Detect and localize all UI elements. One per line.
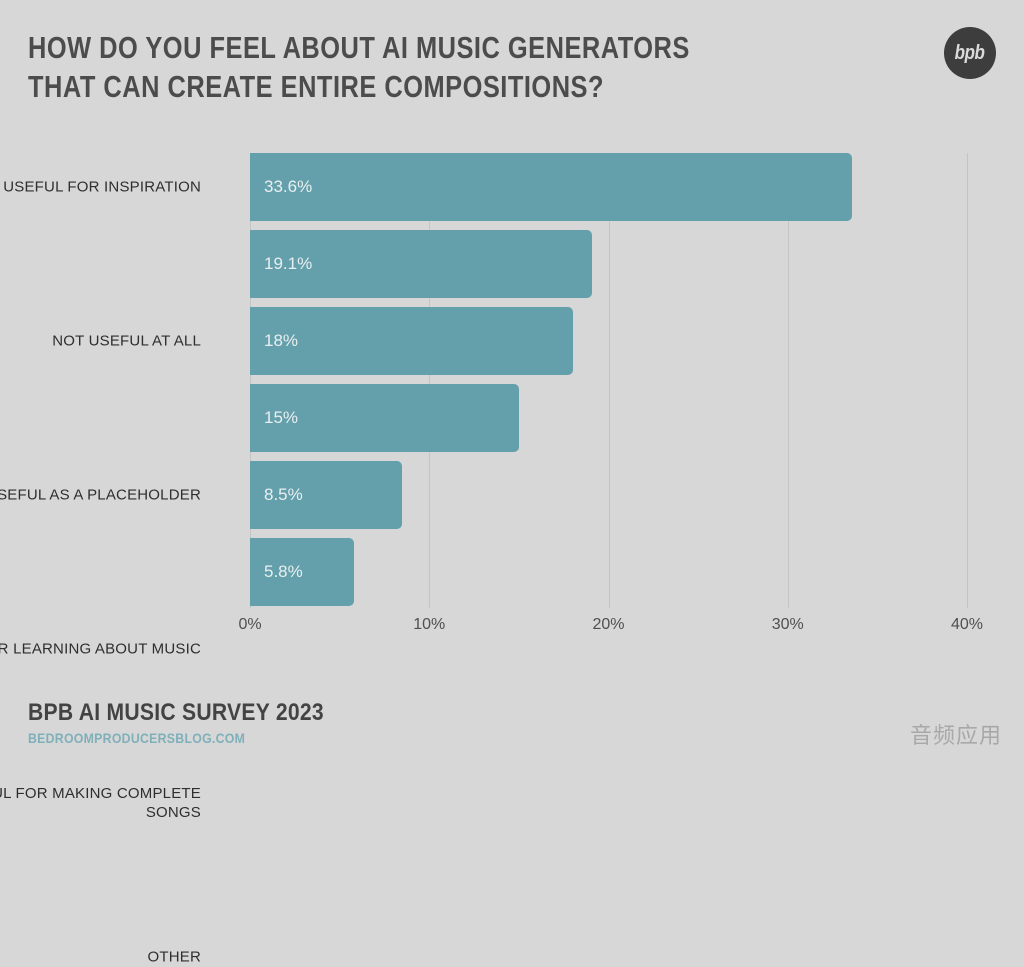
bar-row: 5.8% OTHER [148,538,967,966]
bar-row: 33.6% ONLY USEFUL FOR INSPIRATION [0,153,967,221]
bar[interactable]: 33.6% [250,153,853,221]
bar-value-label: 19.1% [264,254,313,273]
bar-row: 18% USEFUL AS A PLACEHOLDER [0,307,967,504]
bar[interactable]: 5.8% [250,538,354,606]
bar-row: 19.1% NOT USEFUL AT ALL [52,230,967,350]
page-title: HOW DO YOU FEEL ABOUT AI MUSIC GENERATOR… [28,30,690,104]
x-tick-label: 0% [238,616,262,633]
watermark: 音频应用 [909,723,1002,748]
category-label: NOT USEFUL AT ALL [52,332,201,350]
bar-chart: 0% 10% 20% 30% 40% 33.6% ONLY USEFUL FOR INSPI… [0,140,1024,966]
category-label: USEFUL FOR LEARNING ABOUT MUSIC [0,640,201,658]
header: HOW DO YOU FEEL ABOUT AI MUSIC GENERATOR… [0,0,1024,130]
category-label: USEFUL AS A PLACEHOLDER [0,486,201,504]
x-tick-label: 10% [413,616,446,633]
bar-row: 8.5% USEFUL FOR MAKING COMPLETE SONGS [0,461,967,821]
bar-value-label: 8.5% [264,485,303,504]
x-tick-label: 40% [950,616,984,633]
logo-text: bpb [955,41,985,64]
bpb-logo: bpb [944,27,996,79]
category-label: USEFUL FOR MAKING COMPLETE SONGS [0,785,201,821]
bar-value-label: 5.8% [264,562,303,581]
bar[interactable]: 18% [250,307,573,375]
category-label: OTHER [147,948,201,966]
footer-url[interactable]: BEDROOMPRODUCERSBLOG.COM [28,730,324,746]
bar-row: 15% USEFUL FOR LEARNING ABOUT MUSIC [0,384,967,658]
bar-value-label: 33.6% [264,177,313,196]
gridline-40% [967,153,968,608]
x-tick-label: 20% [592,616,625,633]
bar-value-label: 18% [264,331,299,350]
bar[interactable]: 19.1% [250,230,593,298]
x-tick-label: 30% [771,616,804,633]
plot-area: 0% 10% 20% 30% 40% 33.6% ONLY USEFUL FOR INSPI… [0,153,983,966]
bar[interactable]: 15% [250,384,519,452]
footer: BPB AI MUSIC SURVEY 2023 BEDROOMPRODUCER… [28,699,364,746]
bar[interactable]: 8.5% [250,461,403,529]
category-label: ONLY USEFUL FOR INSPIRATION [0,178,201,196]
footer-survey-name: BPB AI MUSIC SURVEY 2023 [28,699,324,726]
bar-value-label: 15% [264,408,299,427]
